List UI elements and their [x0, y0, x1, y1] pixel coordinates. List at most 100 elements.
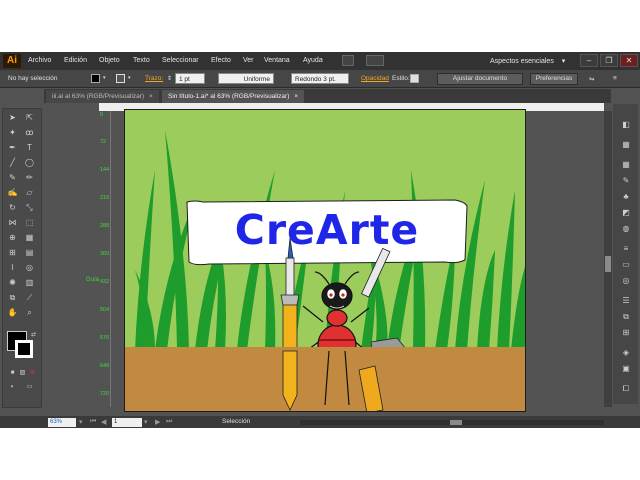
screen-mode-icon[interactable]: ▭: [23, 382, 36, 393]
none-mode-icon[interactable]: ⊘: [26, 368, 39, 379]
artboard-dropdown-icon[interactable]: ▾: [144, 418, 148, 426]
workspace-switcher[interactable]: Aspectos esenciales ▾: [490, 57, 565, 65]
stroke-icon[interactable]: ≡: [621, 244, 631, 253]
line-tool-icon[interactable]: ╱: [6, 157, 19, 168]
artboard-number[interactable]: 1: [112, 418, 142, 427]
menu-texto[interactable]: Texto: [133, 57, 150, 64]
artboard-tool-icon[interactable]: ⧉: [6, 292, 19, 303]
app-logo: Ai: [3, 54, 21, 68]
panel-menu-icon[interactable]: ≡: [613, 75, 617, 82]
last-artboard-icon[interactable]: ⏭: [166, 418, 172, 426]
document-setup-button[interactable]: Ajustar documento: [437, 73, 523, 85]
swap-fill-stroke-icon[interactable]: ⇄: [27, 330, 40, 341]
horizontal-scrollbar[interactable]: [300, 420, 604, 425]
rotate-tool-icon[interactable]: ↻: [6, 202, 19, 213]
vertical-scroll-thumb[interactable]: [605, 256, 611, 272]
pencil-tool-icon[interactable]: ✏: [23, 172, 36, 183]
first-artboard-icon[interactable]: ⏮: [90, 418, 96, 426]
lasso-tool-icon[interactable]: ꝏ: [23, 127, 36, 138]
previous-artboard-icon[interactable]: ◀: [101, 418, 106, 426]
menu-ventana[interactable]: Ventana: [264, 57, 290, 64]
artboard[interactable]: CreArte: [124, 109, 526, 412]
stroke-label[interactable]: Trazo:: [145, 75, 163, 82]
graphic-styles-icon[interactable]: ◩: [621, 208, 631, 217]
symbols-icon[interactable]: ♣: [621, 192, 631, 201]
swatches-icon[interactable]: ▦: [621, 160, 631, 169]
pen-tool-icon[interactable]: ✒: [6, 142, 19, 153]
menu-seleccionar[interactable]: Seleccionar: [162, 57, 199, 64]
eyedropper-tool-icon[interactable]: ⌇: [6, 262, 19, 273]
brushes-icon[interactable]: ✎: [621, 176, 631, 185]
pathfinder-icon[interactable]: ⧉: [621, 312, 631, 321]
paintbrush-tool-icon[interactable]: ✎: [6, 172, 19, 183]
magic-wand-tool-icon[interactable]: ✦: [6, 127, 19, 138]
width-tool-icon[interactable]: ⋈: [6, 217, 19, 228]
artboards-icon[interactable]: ▣: [621, 364, 631, 373]
color-guide-icon[interactable]: ▦: [621, 140, 631, 149]
links-icon[interactable]: ⧠: [621, 384, 631, 393]
minimize-button[interactable]: –: [580, 54, 598, 67]
hand-tool-icon[interactable]: ✋: [6, 307, 19, 318]
bridge-icon[interactable]: [342, 55, 354, 66]
opacity-label[interactable]: Opacidad: [361, 75, 389, 82]
transform-options-icon[interactable]: ⇋: [589, 75, 594, 83]
variable-width-profile[interactable]: Uniforme: [218, 73, 274, 84]
column-graph-tool-icon[interactable]: ▥: [23, 277, 36, 288]
zoom-dropdown-icon[interactable]: ▾: [79, 418, 83, 426]
transform-icon[interactable]: ⊞: [621, 328, 631, 337]
horizontal-scroll-thumb[interactable]: [450, 420, 462, 425]
layers-icon[interactable]: ◈: [621, 348, 631, 357]
type-tool-icon[interactable]: T: [23, 142, 36, 153]
color-icon[interactable]: ◧: [621, 120, 631, 129]
menu-archivo[interactable]: Archivo: [28, 57, 51, 64]
menu-efecto[interactable]: Efecto: [211, 57, 231, 64]
transparency-icon[interactable]: ◎: [621, 276, 631, 285]
menu-edicion[interactable]: Edición: [64, 57, 87, 64]
tab-iii[interactable]: iii.ai al 63% (RGB/Previsualizar) ×: [46, 90, 159, 103]
tools-panel: ➤ ⇱ ✦ ꝏ ✒ T ╱ ◯ ✎ ✏ ✍ ▱ ↻ ⤡ ⋈ ⬚ ⊕ ▦ ⊞ ▤ …: [2, 108, 42, 408]
fill-swatch[interactable]: [91, 74, 100, 83]
menu-ayuda[interactable]: Ayuda: [303, 57, 323, 64]
arrange-documents-icon[interactable]: [366, 55, 384, 66]
zoom-tool-icon[interactable]: ⌕: [23, 307, 36, 318]
workspace-label: Aspectos esenciales: [490, 58, 554, 65]
tab-sin-titulo[interactable]: Sin título-1.ai* al 63% (RGB/Previsualiz…: [162, 90, 304, 103]
stroke-color-box[interactable]: [15, 340, 33, 358]
appearance-icon[interactable]: ◍: [621, 224, 631, 233]
menu-ver[interactable]: Ver: [243, 57, 254, 64]
stroke-swatch[interactable]: [116, 74, 125, 83]
tab-close-icon[interactable]: ×: [294, 93, 298, 100]
blend-tool-icon[interactable]: ◎: [23, 262, 36, 273]
preferences-button[interactable]: Preferencias: [530, 73, 578, 85]
symbol-sprayer-tool-icon[interactable]: ✺: [6, 277, 19, 288]
stroke-weight-field[interactable]: 1 pt: [175, 73, 205, 84]
graphic-style-swatch[interactable]: [410, 74, 419, 83]
stroke-stepper-icon[interactable]: ⇕: [167, 75, 172, 82]
align-icon[interactable]: ☰: [621, 296, 631, 305]
scale-tool-icon[interactable]: ⤡: [23, 202, 36, 213]
current-tool-status[interactable]: Selección: [222, 418, 250, 425]
brush-definition[interactable]: Redondo 3 pt.: [291, 73, 349, 84]
shape-builder-tool-icon[interactable]: ⊕: [6, 232, 19, 243]
eraser-tool-icon[interactable]: ▱: [23, 187, 36, 198]
direct-selection-tool-icon[interactable]: ⇱: [23, 112, 36, 123]
free-transform-tool-icon[interactable]: ⬚: [23, 217, 36, 228]
slice-tool-icon[interactable]: ⟋: [23, 292, 36, 303]
restore-button[interactable]: ❐: [600, 54, 618, 67]
gradient-tool-icon[interactable]: ▤: [23, 247, 36, 258]
mesh-tool-icon[interactable]: ⊞: [6, 247, 19, 258]
perspective-grid-tool-icon[interactable]: ▦: [23, 232, 36, 243]
fill-dropdown-icon[interactable]: ▾: [103, 75, 106, 81]
next-artboard-icon[interactable]: ▶: [155, 418, 160, 426]
draw-mode-icon[interactable]: ◐: [6, 382, 19, 393]
gradient-icon[interactable]: ▭: [621, 260, 631, 269]
zoom-level[interactable]: 63%: [48, 418, 76, 427]
stroke-dropdown-icon[interactable]: ▾: [128, 75, 131, 81]
blob-brush-tool-icon[interactable]: ✍: [6, 187, 19, 198]
close-button[interactable]: ✕: [620, 54, 638, 67]
vertical-scrollbar[interactable]: [604, 111, 612, 407]
tab-close-icon[interactable]: ×: [149, 93, 153, 100]
menu-objeto[interactable]: Objeto: [99, 57, 120, 64]
ellipse-tool-icon[interactable]: ◯: [23, 157, 36, 168]
selection-tool-icon[interactable]: ➤: [6, 112, 19, 123]
